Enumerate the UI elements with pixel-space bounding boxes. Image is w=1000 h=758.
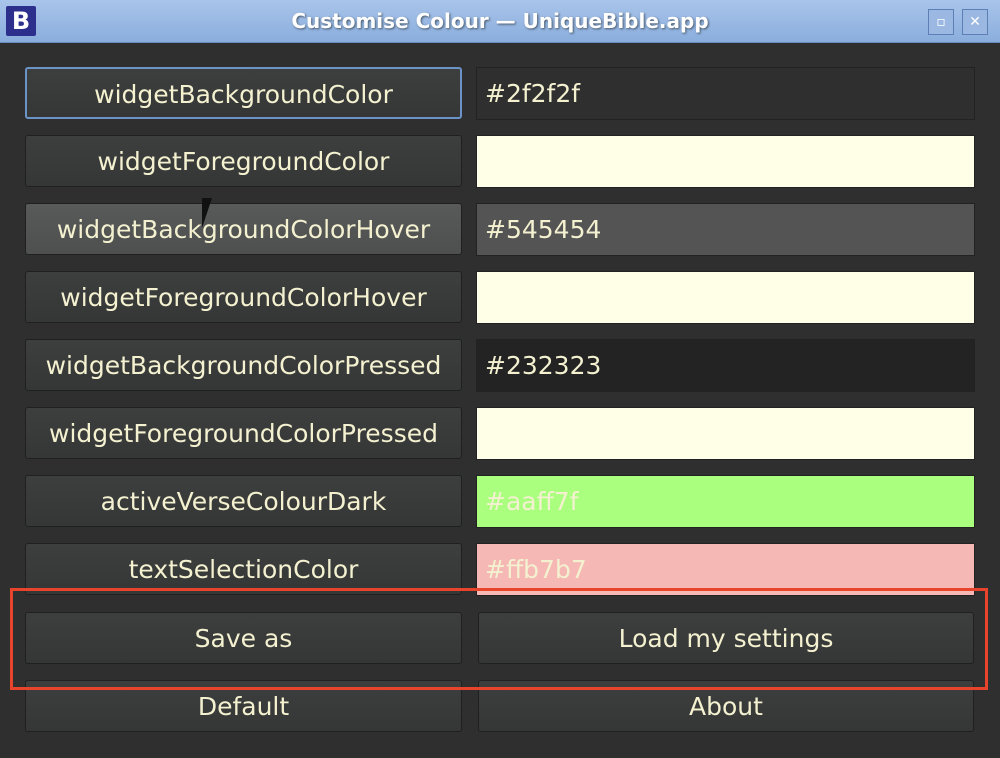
mouse-cursor-icon	[202, 198, 212, 228]
maximize-button[interactable]: ▫	[928, 9, 954, 35]
color-button-widgetBackgroundColorPressed[interactable]: widgetBackgroundColorPressed	[25, 339, 462, 391]
window-title: Customise Colour — UniqueBible.app	[291, 9, 709, 33]
color-button-widgetForegroundColorPressed[interactable]: widgetForegroundColorPressed	[25, 407, 462, 459]
close-button[interactable]: ✕	[962, 9, 988, 35]
color-value-field[interactable]	[476, 271, 975, 324]
color-value-field[interactable]: #aaff7f	[476, 475, 975, 528]
color-button-widgetBackgroundColorHover[interactable]: widgetBackgroundColorHover	[25, 203, 462, 255]
color-button-widgetForegroundColorHover[interactable]: widgetForegroundColorHover	[25, 271, 462, 323]
load-my-settings-button[interactable]: Load my settings	[478, 612, 974, 664]
color-value-field[interactable]	[476, 407, 975, 460]
color-value-field[interactable]: #545454	[476, 203, 975, 256]
color-value-field[interactable]: #232323	[476, 339, 975, 392]
color-value-field[interactable]: #ffb7b7	[476, 543, 975, 596]
title-bar: B Customise Colour — UniqueBible.app ▫ ✕	[0, 0, 1000, 43]
color-button-widgetBackgroundColor[interactable]: widgetBackgroundColor	[25, 67, 462, 119]
color-value-field[interactable]: #2f2f2f	[476, 67, 975, 120]
about-button[interactable]: About	[478, 680, 974, 732]
save-as-button[interactable]: Save as	[25, 612, 462, 664]
color-value-field[interactable]	[476, 135, 975, 188]
color-button-activeVerseColourDark[interactable]: activeVerseColourDark	[25, 475, 462, 527]
default-button[interactable]: Default	[25, 680, 462, 732]
color-button-widgetForegroundColor[interactable]: widgetForegroundColor	[25, 135, 462, 187]
color-button-textSelectionColor[interactable]: textSelectionColor	[25, 543, 462, 595]
